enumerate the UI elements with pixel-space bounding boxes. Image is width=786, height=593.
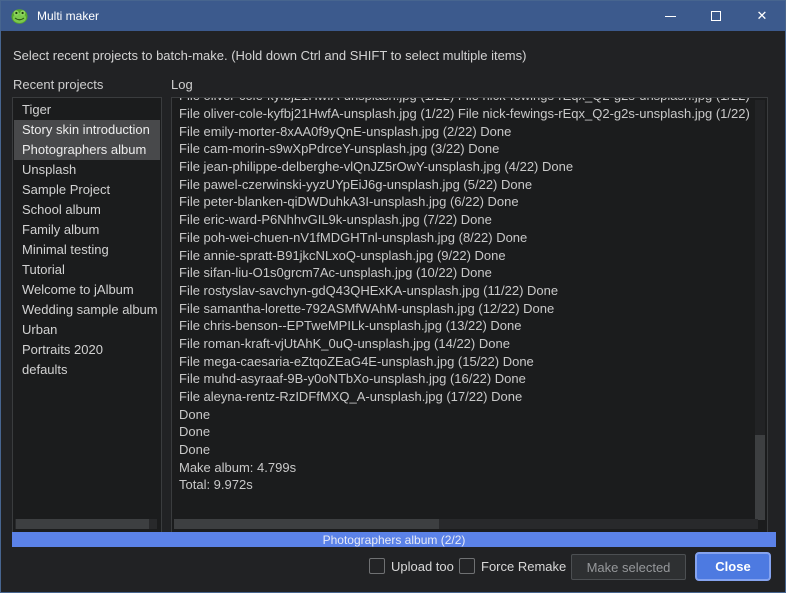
log-line: File poh-wei-chuen-nV1fMDGHTnl-unsplash.…: [179, 229, 753, 247]
log-line: File rostyslav-savchyn-gdQ43QHExKA-unspl…: [179, 282, 753, 300]
log-clipped-line: File oliver-cole-kyfbj21HwfA-unsplash.jp…: [179, 98, 753, 105]
multi-maker-window: Multi maker ✕ Select recent projects to …: [0, 0, 786, 593]
log-line: File aleyna-rentz-RzIDFfMXQ_A-unsplash.j…: [179, 388, 753, 406]
log-line: Make album: 4.799s: [179, 459, 753, 477]
log-line: Total: 9.972s: [179, 476, 753, 494]
log-line: File oliver-cole-kyfbj21HwfA-unsplash.jp…: [179, 105, 753, 123]
log-label: Log: [171, 77, 193, 92]
log-line: File sifan-liu-O1s0grcm7Ac-unsplash.jpg …: [179, 264, 753, 282]
log-line: File samantha-lorette-792ASMfWAhM-unspla…: [179, 300, 753, 318]
close-window-button[interactable]: ✕: [739, 1, 785, 31]
project-item[interactable]: Tiger: [14, 100, 160, 120]
upload-too-checkbox[interactable]: [369, 558, 385, 574]
project-item[interactable]: Photographers album: [14, 140, 160, 160]
project-item[interactable]: Family album: [14, 220, 160, 240]
minimize-button[interactable]: [647, 1, 693, 31]
minimize-icon: [665, 16, 676, 17]
log-line: File emily-morter-8xAA0f9yQnE-unsplash.j…: [179, 123, 753, 141]
projects-hscroll-thumb[interactable]: [16, 519, 149, 529]
log-line: File annie-spratt-B91jkcNLxoQ-unsplash.j…: [179, 247, 753, 265]
titlebar[interactable]: Multi maker ✕: [1, 1, 785, 31]
log-horizontal-scrollbar[interactable]: [174, 519, 758, 529]
upload-too-checkbox-group[interactable]: Upload too: [369, 558, 454, 574]
log-line: File peter-blanken-qiDWDuhkA3I-unsplash.…: [179, 193, 753, 211]
force-remake-checkbox-group[interactable]: Force Remake: [459, 558, 566, 574]
log-line: File chris-benson--EPTweMPILk-unsplash.j…: [179, 317, 753, 335]
close-icon: ✕: [757, 8, 768, 24]
projects-horizontal-scrollbar[interactable]: [15, 519, 157, 529]
log-line: File roman-kraft-vjUtAhK_0uQ-unsplash.jp…: [179, 335, 753, 353]
recent-projects-list[interactable]: TigerStory skin introductionPhotographer…: [12, 97, 162, 533]
project-item[interactable]: Portraits 2020: [14, 340, 160, 360]
window-title: Multi maker: [37, 9, 99, 23]
force-remake-checkbox[interactable]: [459, 558, 475, 574]
log-panel[interactable]: File oliver-cole-kyfbj21HwfA-unsplash.jp…: [171, 97, 768, 533]
log-vertical-scrollbar[interactable]: [755, 100, 765, 518]
log-line: File mega-caesaria-eZtqoZEaG4E-unsplash.…: [179, 353, 753, 371]
instruction-text: Select recent projects to batch-make. (H…: [13, 48, 526, 63]
project-item[interactable]: Story skin introduction: [14, 120, 160, 140]
close-button[interactable]: Close: [695, 552, 771, 581]
maximize-icon: [711, 11, 721, 21]
log-line: File muhd-asyraaf-9B-y0oNTbXo-unsplash.j…: [179, 370, 753, 388]
project-item[interactable]: School album: [14, 200, 160, 220]
log-line: Done: [179, 406, 753, 424]
make-selected-button[interactable]: Make selected: [571, 554, 686, 580]
log-line: Done: [179, 441, 753, 459]
log-line: File eric-ward-P6NhhvGIL9k-unsplash.jpg …: [179, 211, 753, 229]
log-hscroll-thumb[interactable]: [174, 519, 439, 529]
project-item[interactable]: Welcome to jAlbum: [14, 280, 160, 300]
jalbum-app-icon: [11, 8, 28, 24]
project-item[interactable]: Minimal testing: [14, 240, 160, 260]
project-item[interactable]: Unsplash: [14, 160, 160, 180]
force-remake-label: Force Remake: [481, 559, 566, 574]
project-item[interactable]: Sample Project: [14, 180, 160, 200]
log-line: Done: [179, 423, 753, 441]
log-line: File cam-morin-s9wXpPdrceY-unsplash.jpg …: [179, 140, 753, 158]
project-item[interactable]: Tutorial: [14, 260, 160, 280]
log-content: File oliver-cole-kyfbj21HwfA-unsplash.jp…: [179, 98, 753, 518]
recent-projects-label: Recent projects: [13, 77, 103, 92]
log-vscroll-thumb[interactable]: [755, 435, 765, 520]
project-item[interactable]: Urban: [14, 320, 160, 340]
upload-too-label: Upload too: [391, 559, 454, 574]
project-item[interactable]: defaults: [14, 360, 160, 380]
log-line: File jean-philippe-delberghe-vlQnJZ5rOwY…: [179, 158, 753, 176]
maximize-button[interactable]: [693, 1, 739, 31]
project-item[interactable]: Wedding sample album: [14, 300, 160, 320]
progress-label: Photographers album (2/2): [323, 533, 466, 547]
progress-bar: Photographers album (2/2): [12, 532, 776, 547]
log-line: File pawel-czerwinski-yyzUYpEiJ6g-unspla…: [179, 176, 753, 194]
